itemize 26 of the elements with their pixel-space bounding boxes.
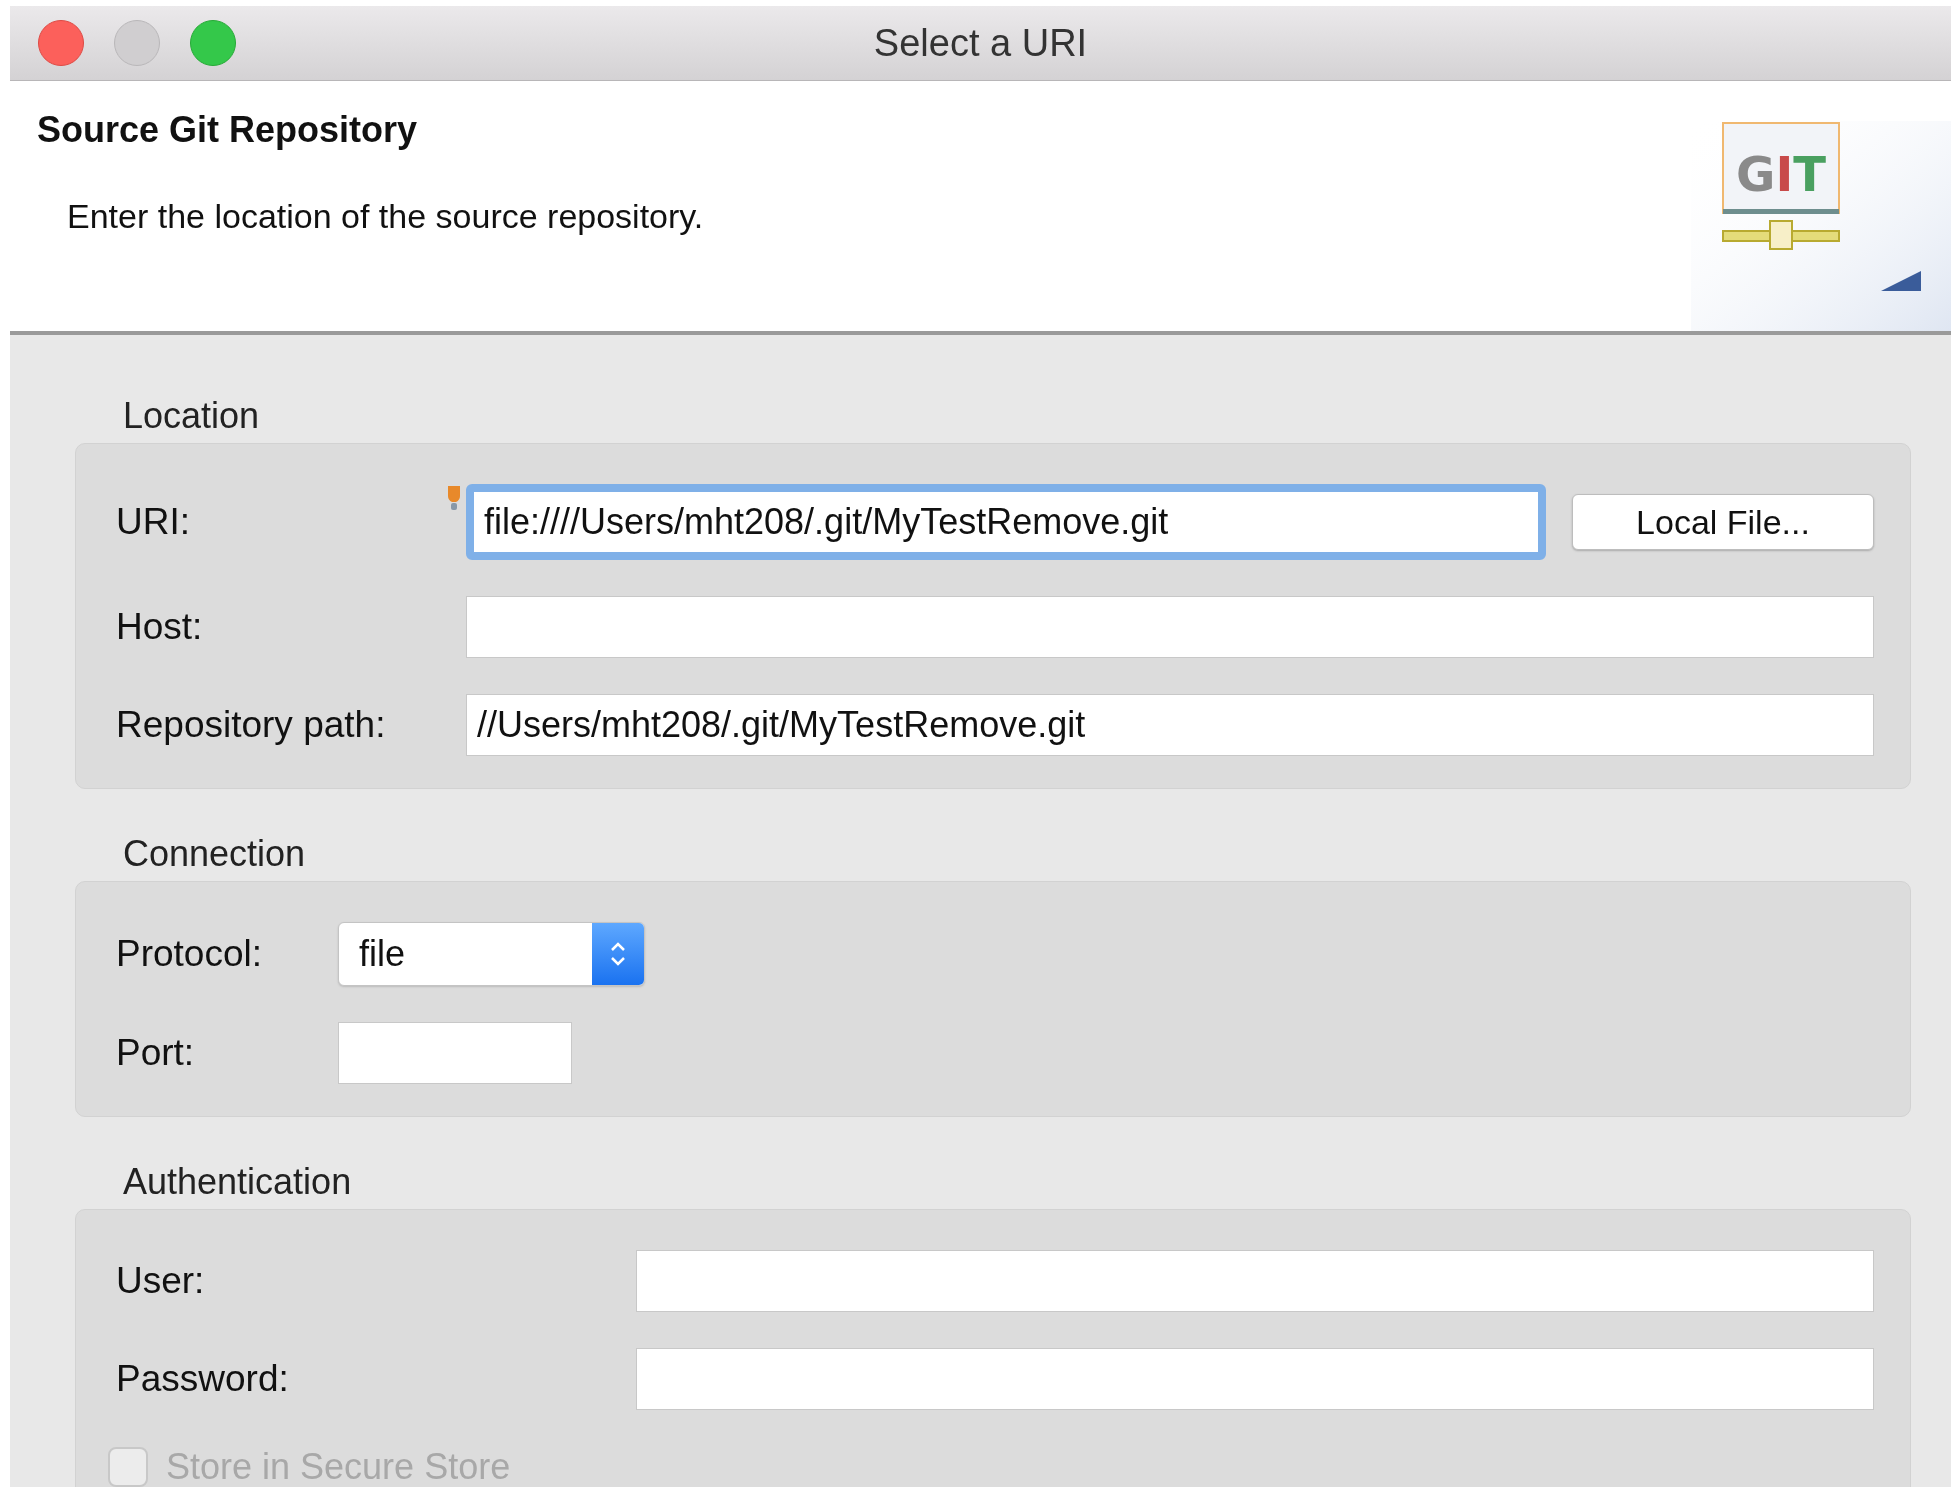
window-title: Select a URI [873, 21, 1088, 65]
page-description: Enter the location of the source repository. [67, 197, 704, 236]
input-field[interactable]: file:////Users/mht208/.git/MyTestRemove.git [466, 484, 1546, 560]
input-field[interactable] [338, 1022, 572, 1084]
input-field[interactable]: //Users/mht208/.git/MyTestRemove.git [466, 694, 1874, 756]
stepper-icon [608, 940, 628, 968]
page-title: Source Git Repository [37, 109, 419, 151]
input-field[interactable] [466, 596, 1874, 658]
field-label: Password: [116, 1358, 290, 1400]
minimize-button[interactable] [114, 20, 160, 66]
field-label: Protocol: [116, 933, 263, 975]
field-label: Repository path: [116, 704, 387, 746]
protocol-dropdown[interactable]: file [338, 922, 645, 986]
group-title: Location [123, 395, 261, 437]
group-title: Authentication [123, 1161, 353, 1203]
field-label: User: [116, 1260, 206, 1302]
group-title: Connection [123, 833, 307, 875]
field-label: Host: [116, 606, 204, 648]
input-field[interactable] [636, 1348, 1874, 1410]
git-logo-icon: GIT [1691, 121, 1951, 331]
local-file-button[interactable]: Local File... [1572, 494, 1874, 550]
field-label: URI: [116, 501, 191, 543]
input-field[interactable] [636, 1250, 1874, 1312]
field-label: Port: [116, 1032, 196, 1074]
zoom-button[interactable] [190, 20, 236, 66]
close-button[interactable] [38, 20, 84, 66]
